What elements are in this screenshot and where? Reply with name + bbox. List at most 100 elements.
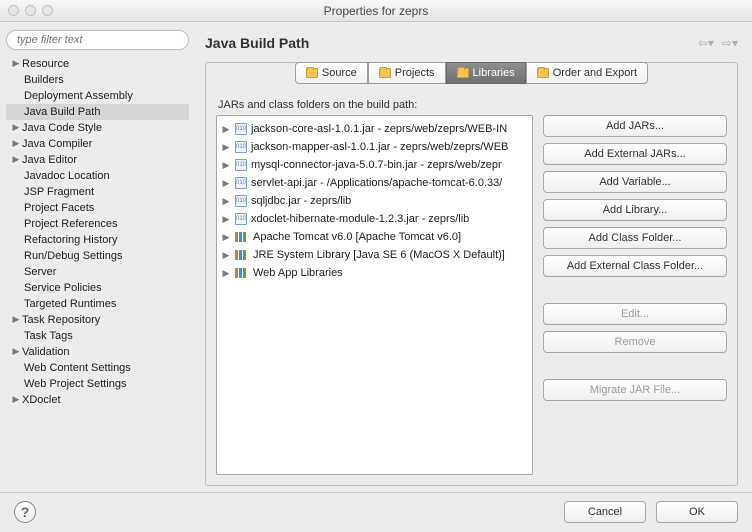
tree-item-label: Java Build Path: [24, 104, 100, 120]
list-item-label: JRE System Library [Java SE 6 (MacOS X D…: [253, 249, 505, 261]
tab-label: Libraries: [473, 67, 515, 79]
tree-item-label: Task Repository: [22, 312, 100, 328]
ok-button[interactable]: OK: [656, 501, 738, 523]
remove-button[interactable]: Remove: [543, 331, 727, 353]
add-class-folder-button[interactable]: Add Class Folder...: [543, 227, 727, 249]
help-icon[interactable]: ?: [14, 501, 36, 523]
tree-item[interactable]: Java Editor: [6, 152, 189, 168]
chevron-right-icon: ▶: [221, 178, 231, 189]
tree-item-label: JSP Fragment: [24, 184, 94, 200]
list-item[interactable]: ▶jackson-mapper-asl-1.0.1.jar - zeprs/we…: [219, 138, 530, 156]
list-item[interactable]: ▶xdoclet-hibernate-module-1.2.3.jar - ze…: [219, 210, 530, 228]
folder-icon: [379, 68, 391, 78]
list-item-label: Web App Libraries: [253, 267, 343, 279]
tree-item[interactable]: Java Build Path: [6, 104, 189, 120]
tree-item[interactable]: Web Content Settings: [6, 360, 189, 376]
jar-icon: [235, 123, 247, 135]
list-label: JARs and class folders on the build path…: [218, 99, 727, 111]
page-title: Java Build Path: [205, 35, 309, 51]
add-jars-button[interactable]: Add JARs...: [543, 115, 727, 137]
list-item-label: servlet-api.jar - /Applications/apache-t…: [251, 177, 502, 189]
chevron-right-icon: ▶: [221, 160, 231, 171]
header-nav-icons: ⇦▾ ⇨▾: [698, 36, 738, 50]
list-item[interactable]: ▶ jackson-core-asl-1.0.1.jar - zeprs/web/…: [219, 120, 530, 138]
list-item[interactable]: ▶Apache Tomcat v6.0 [Apache Tomcat v6.0]: [219, 228, 530, 246]
tree-item-label: Web Project Settings: [24, 376, 127, 392]
chevron-right-icon: ▶: [221, 124, 231, 135]
jar-icon: [235, 195, 247, 207]
tree-item[interactable]: Deployment Assembly: [6, 88, 189, 104]
jar-icon: [235, 177, 247, 189]
tree-item-label: Web Content Settings: [24, 360, 131, 376]
list-item-label: jackson-mapper-asl-1.0.1.jar - zeprs/web…: [251, 141, 508, 153]
tree-item[interactable]: Java Code Style: [6, 120, 189, 136]
tree-item[interactable]: Service Policies: [6, 280, 189, 296]
add-library-button[interactable]: Add Library...: [543, 199, 727, 221]
back-icon[interactable]: ⇦▾: [698, 36, 714, 50]
titlebar: Properties for zeprs: [0, 0, 752, 22]
add-external-jars-button[interactable]: Add External JARs...: [543, 143, 727, 165]
jar-icon: [235, 159, 247, 171]
tree-item[interactable]: Targeted Runtimes: [6, 296, 189, 312]
tab-label: Projects: [395, 67, 435, 79]
tree-item[interactable]: Task Repository: [6, 312, 189, 328]
chevron-right-icon: ▶: [221, 214, 231, 225]
cancel-button[interactable]: Cancel: [564, 501, 646, 523]
classpath-list[interactable]: ▶ jackson-core-asl-1.0.1.jar - zeprs/web/…: [216, 115, 533, 475]
tree-item[interactable]: JSP Fragment: [6, 184, 189, 200]
tree-item-label: XDoclet: [22, 392, 61, 408]
tree-item-label: Task Tags: [24, 328, 73, 344]
property-tree: ResourceBuildersDeployment AssemblyJava …: [6, 56, 189, 408]
tree-item[interactable]: Javadoc Location: [6, 168, 189, 184]
list-item[interactable]: ▶mysql-connector-java-5.0.7-bin.jar - ze…: [219, 156, 530, 174]
tab-order-export[interactable]: Order and Export: [526, 62, 648, 84]
tree-item[interactable]: Web Project Settings: [6, 376, 189, 392]
migrate-jar-button[interactable]: Migrate JAR File...: [543, 379, 727, 401]
tree-item-label: Javadoc Location: [24, 168, 110, 184]
forward-icon[interactable]: ⇨▾: [722, 36, 738, 50]
library-icon: [235, 250, 249, 260]
tree-item-label: Refactoring History: [24, 232, 118, 248]
list-item-label: Apache Tomcat v6.0 [Apache Tomcat v6.0]: [253, 231, 461, 243]
add-external-class-folder-button[interactable]: Add External Class Folder...: [543, 255, 727, 277]
add-variable-button[interactable]: Add Variable...: [543, 171, 727, 193]
folder-icon: [306, 68, 318, 78]
tree-item-label: Project Facets: [24, 200, 94, 216]
tree-item[interactable]: Java Compiler: [6, 136, 189, 152]
tree-item[interactable]: Project Facets: [6, 200, 189, 216]
chevron-right-icon: ▶: [221, 250, 231, 261]
chevron-right-icon: [12, 119, 20, 135]
edit-button[interactable]: Edit...: [543, 303, 727, 325]
chevron-right-icon: ▶: [221, 268, 231, 279]
chevron-right-icon: [12, 55, 20, 71]
list-item[interactable]: ▶ servlet-api.jar - /Applications/apache-…: [219, 174, 530, 192]
list-item-label: jackson-core-asl-1.0.1.jar - zeprs/web/z…: [251, 123, 507, 135]
tree-item-label: Java Code Style: [22, 120, 102, 136]
chevron-right-icon: [12, 311, 20, 327]
list-item[interactable]: ▶ JRE System Library [Java SE 6 (MacOS X …: [219, 246, 530, 264]
tree-item[interactable]: Project References: [6, 216, 189, 232]
tab-projects[interactable]: Projects: [368, 62, 446, 84]
list-item[interactable]: ▶sqljdbc.jar - zeprs/lib: [219, 192, 530, 210]
tree-item[interactable]: Server: [6, 264, 189, 280]
chevron-right-icon: [12, 151, 20, 167]
tree-item-label: Server: [24, 264, 56, 280]
tree-item-label: Targeted Runtimes: [24, 296, 116, 312]
chevron-right-icon: [12, 135, 20, 151]
tree-item[interactable]: Refactoring History: [6, 232, 189, 248]
tree-item[interactable]: Resource: [6, 56, 189, 72]
tab-libraries[interactable]: Libraries: [446, 62, 526, 84]
build-path-panel: Source Projects Libraries Order and Expo…: [205, 62, 738, 486]
chevron-right-icon: [12, 343, 20, 359]
list-item[interactable]: ▶ Web App Libraries: [219, 264, 530, 282]
filter-input[interactable]: [6, 30, 189, 50]
tree-item[interactable]: Run/Debug Settings: [6, 248, 189, 264]
tree-item[interactable]: Task Tags: [6, 328, 189, 344]
tree-item[interactable]: Builders: [6, 72, 189, 88]
jar-icon: [235, 213, 247, 225]
tab-label: Source: [322, 67, 357, 79]
tree-item-label: Resource: [22, 56, 69, 72]
tree-item[interactable]: Validation: [6, 344, 189, 360]
tree-item[interactable]: XDoclet: [6, 392, 189, 408]
tab-source[interactable]: Source: [295, 62, 368, 84]
